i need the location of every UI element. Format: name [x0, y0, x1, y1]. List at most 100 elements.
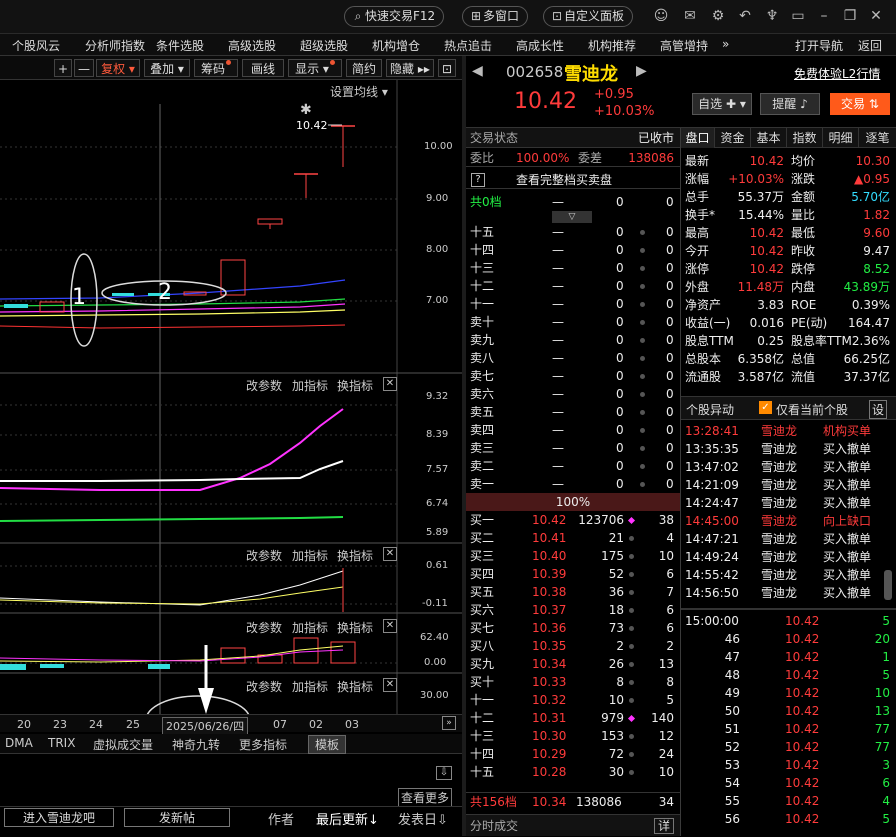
- yidong-row[interactable]: 14:55:42 雪迪龙 买入撤单: [681, 566, 886, 584]
- add-indicator-button[interactable]: 加指标: [292, 619, 328, 636]
- fuquan-button[interactable]: 复权 ▾: [96, 59, 140, 77]
- add-indicator-button[interactable]: 加指标: [292, 678, 328, 695]
- yidong-row[interactable]: 14:47:21 雪迪龙 买入撤单: [681, 530, 886, 548]
- next-stock-icon[interactable]: ▶: [636, 63, 647, 79]
- display-button[interactable]: 显示 ▾: [288, 59, 342, 77]
- settings-icon[interactable]: ⚙: [710, 8, 726, 24]
- hide-button[interactable]: 隐藏 ▸▸: [386, 59, 434, 77]
- zoom-in-button[interactable]: +: [54, 59, 72, 77]
- column-author[interactable]: 作者: [268, 809, 294, 828]
- tab-trix[interactable]: TRIX: [48, 736, 75, 750]
- detail-button[interactable]: 详: [653, 818, 674, 834]
- skin-icon[interactable]: ♆: [764, 8, 780, 24]
- alert-button[interactable]: 提醒 ♪: [760, 93, 820, 115]
- menu-item[interactable]: 高级选股: [228, 37, 276, 54]
- menu-item[interactable]: 高成长性: [516, 37, 564, 54]
- switch-indicator-button[interactable]: 换指标: [337, 547, 373, 564]
- scrollbar-thumb[interactable]: [884, 570, 892, 600]
- stock-code: 002658: [506, 63, 564, 81]
- add-indicator-button[interactable]: 加指标: [292, 547, 328, 564]
- overlay-button[interactable]: 叠加 ▾: [144, 59, 190, 77]
- ma-setting-button[interactable]: 设置均线 ▾: [330, 83, 388, 100]
- yidong-row[interactable]: 13:35:35 雪迪龙 买入撤单: [681, 440, 886, 458]
- switch-indicator-button[interactable]: 换指标: [337, 377, 373, 394]
- menu-item[interactable]: 机构增仓: [372, 37, 420, 54]
- column-post-date[interactable]: 发表日⇩: [398, 809, 448, 828]
- yidong-row[interactable]: 14:21:09 雪迪龙 买入撤单: [681, 476, 886, 494]
- yidong-row[interactable]: 14:24:47 雪迪龙 买入撤单: [681, 494, 886, 512]
- quote-table: 最新 10.42 均价 10.30 涨幅 +10.03% 涨跌 ▲0.95 总手 55.37万 金额…: [681, 152, 896, 388]
- user-icon[interactable]: ☺: [653, 8, 669, 24]
- menu-item[interactable]: 热点追击: [444, 37, 492, 54]
- edit-params-button[interactable]: 改参数: [246, 547, 282, 564]
- menu-item[interactable]: 高管增持: [660, 37, 708, 54]
- menu-item[interactable]: 条件选股: [156, 37, 204, 54]
- back-button[interactable]: 返回: [858, 37, 882, 54]
- tab-zijin[interactable]: 资金: [715, 128, 751, 148]
- l2-trial-link[interactable]: 免费体验L2行情: [794, 65, 880, 82]
- add-watchlist-button[interactable]: 自选 ✚ ▾: [692, 93, 752, 115]
- menu-more-button[interactable]: »: [722, 37, 729, 51]
- view-more-button[interactable]: 查看更多: [398, 788, 453, 807]
- multi-window-button[interactable]: ⊞ 多窗口: [462, 6, 529, 27]
- yidong-row[interactable]: 14:56:50 雪迪龙 买入撤单: [681, 584, 886, 602]
- mail-icon[interactable]: ✉: [682, 8, 698, 24]
- yidong-row[interactable]: 13:28:41 雪迪龙 机构买单: [681, 422, 886, 440]
- menu-item[interactable]: 超级选股: [300, 37, 348, 54]
- close-panel-icon[interactable]: ✕: [383, 619, 397, 633]
- feedback-icon[interactable]: ▭: [790, 8, 806, 24]
- full-book-row[interactable]: ? 查看完整档买卖盘: [466, 171, 680, 189]
- tab-mingxi[interactable]: 明细: [823, 128, 859, 148]
- custom-panel-button[interactable]: ⊡ 自定义面板: [543, 6, 634, 27]
- trade-button[interactable]: 交易 ⇅: [830, 93, 890, 115]
- chips-button[interactable]: 筹码: [194, 59, 238, 77]
- menu-item[interactable]: 分析师指数: [85, 37, 145, 54]
- tab-dma[interactable]: DMA: [5, 736, 33, 750]
- column-last-update[interactable]: 最后更新↓: [316, 809, 379, 828]
- close-panel-icon[interactable]: ✕: [383, 547, 397, 561]
- restore-icon[interactable]: ❐: [842, 8, 858, 24]
- draw-line-button[interactable]: 画线: [242, 59, 284, 77]
- open-nav-button[interactable]: 打开导航: [795, 37, 843, 54]
- edit-params-button[interactable]: 改参数: [246, 619, 282, 636]
- yidong-row[interactable]: 13:47:02 雪迪龙 买入撤单: [681, 458, 886, 476]
- tab-zhishu[interactable]: 指数: [787, 128, 823, 148]
- new-post-button[interactable]: 发新帖: [124, 808, 230, 827]
- switch-indicator-button[interactable]: 换指标: [337, 619, 373, 636]
- quote-row: 最高 10.42 最低 9.60: [681, 224, 896, 242]
- close-icon[interactable]: ✕: [868, 8, 884, 24]
- tab-more-indicators[interactable]: 更多指标: [239, 736, 287, 753]
- tab-pankou[interactable]: 盘口: [681, 128, 715, 148]
- undo-icon[interactable]: ↶: [737, 8, 753, 24]
- enter-forum-button[interactable]: 进入雪迪龙吧: [4, 808, 114, 827]
- menu-item[interactable]: 个股风云: [12, 37, 60, 54]
- tab-magic-nine[interactable]: 神奇九转: [172, 736, 220, 753]
- help-icon[interactable]: ?: [471, 173, 485, 187]
- tab-template[interactable]: 模板: [308, 735, 347, 754]
- ask-level-label: 十四: [470, 243, 495, 257]
- quick-trade-button[interactable]: ⌕ 快速交易F12: [344, 6, 445, 27]
- simple-button[interactable]: 简约: [346, 59, 382, 77]
- zoom-out-button[interactable]: —: [74, 59, 94, 77]
- tab-virtual-volume[interactable]: 虚拟成交量: [93, 736, 153, 753]
- menu-item[interactable]: 机构推荐: [588, 37, 636, 54]
- yidong-stock: 雪迪龙: [761, 550, 798, 564]
- close-panel-icon[interactable]: ✕: [383, 377, 397, 391]
- yidong-row[interactable]: 14:49:24 雪迪龙 买入撤单: [681, 548, 886, 566]
- collapse-toggle-icon[interactable]: ▽: [552, 211, 592, 223]
- yidong-row[interactable]: 14:45:00 雪迪龙 向上缺口: [681, 512, 886, 530]
- tab-zhubi[interactable]: 逐笔: [859, 128, 896, 148]
- add-indicator-button[interactable]: 加指标: [292, 377, 328, 394]
- expand-button[interactable]: ⊡: [438, 59, 456, 77]
- close-panel-icon[interactable]: ✕: [383, 678, 397, 692]
- yidong-settings-button[interactable]: 设: [869, 400, 888, 419]
- edit-params-button[interactable]: 改参数: [246, 678, 282, 695]
- scroll-right-icon[interactable]: »: [442, 716, 456, 730]
- switch-indicator-button[interactable]: 换指标: [337, 678, 373, 695]
- edit-params-button[interactable]: 改参数: [246, 377, 282, 394]
- tab-jiben[interactable]: 基本: [751, 128, 787, 148]
- checkbox-checked-icon[interactable]: ✓: [759, 401, 772, 414]
- download-icon[interactable]: ⇩: [436, 766, 452, 780]
- prev-stock-icon[interactable]: ◀: [472, 63, 483, 79]
- minimize-icon[interactable]: –: [816, 8, 832, 24]
